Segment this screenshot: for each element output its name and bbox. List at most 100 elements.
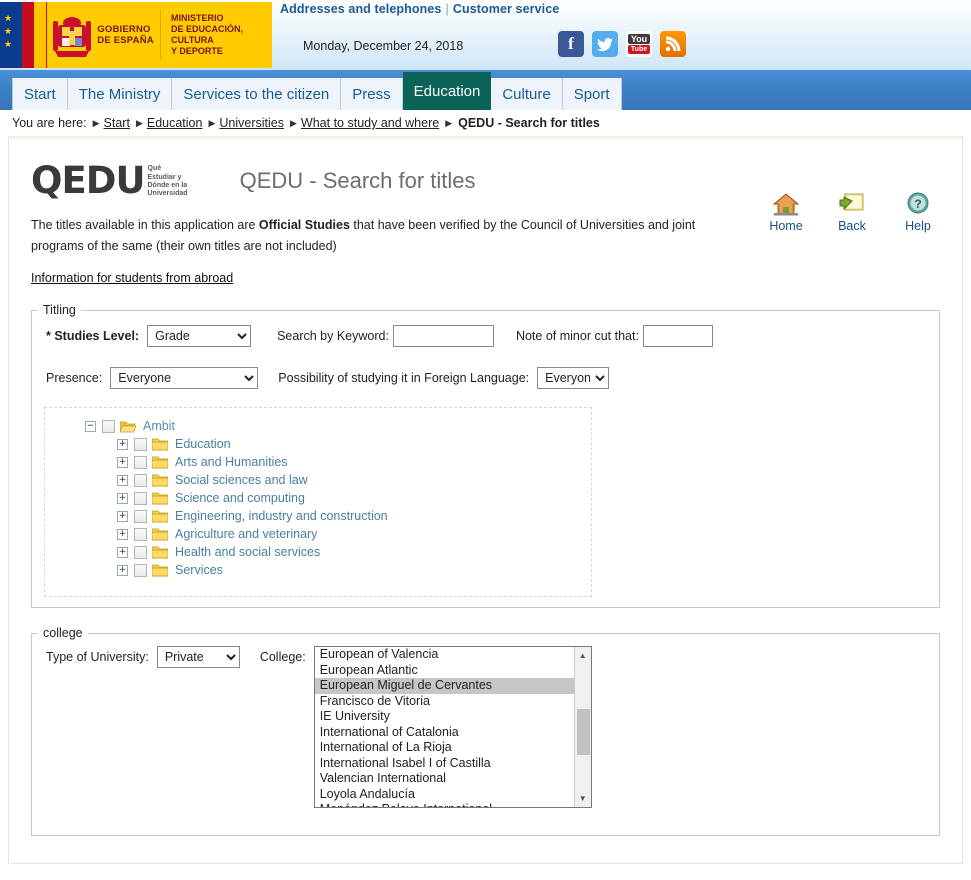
twitter-icon[interactable] bbox=[592, 31, 618, 57]
facebook-icon[interactable]: f bbox=[558, 31, 584, 57]
minor-cut-input[interactable] bbox=[642, 325, 713, 347]
qedu-logo-subtitle: Qué Estudiar y Dónde en la Universidad bbox=[148, 165, 188, 198]
youtube-top-text: You bbox=[627, 34, 651, 44]
tree-label-ambit[interactable]: Ambit bbox=[143, 419, 175, 433]
rss-icon[interactable] bbox=[660, 31, 686, 57]
scroll-down-icon[interactable]: ▼ bbox=[575, 790, 591, 807]
tree-checkbox-agriculture-and-veterinary[interactable] bbox=[134, 527, 147, 541]
college-option[interactable]: Loyola Andalucía bbox=[315, 787, 574, 803]
expand-expander-icon[interactable]: + bbox=[117, 438, 128, 450]
home-button[interactable]: Home bbox=[764, 191, 808, 233]
tree-node-services[interactable]: + Services bbox=[45, 561, 591, 579]
qedu-logo-text: QEDU bbox=[31, 159, 145, 202]
nav-tab-education[interactable]: Education bbox=[402, 72, 492, 110]
expand-expander-icon[interactable]: + bbox=[117, 510, 128, 522]
tree-checkbox-arts-and-humanities[interactable] bbox=[134, 455, 147, 469]
college-option[interactable]: IE University bbox=[315, 709, 574, 725]
expand-expander-icon[interactable]: + bbox=[117, 546, 128, 558]
college-options-list: European of Valencia European Atlantic E… bbox=[314, 647, 574, 807]
youtube-icon[interactable]: You Tube bbox=[626, 31, 652, 57]
breadcrumb: You are here: ▶ Start ▶ Education ▶ Univ… bbox=[0, 110, 971, 136]
tree-node-health-and-social-services[interactable]: + Health and social services bbox=[45, 543, 591, 561]
description-bold: Official Studies bbox=[258, 218, 350, 232]
breadcrumb-item-universities[interactable]: Universities bbox=[219, 116, 284, 130]
nav-tab-press[interactable]: Press bbox=[341, 78, 403, 110]
breadcrumb-item-start[interactable]: Start bbox=[104, 116, 130, 130]
college-section: college Type of University: Private Coll… bbox=[31, 626, 940, 836]
tree-checkbox-social-sciences-and-law[interactable] bbox=[134, 473, 147, 487]
tree-label-arts-and-humanities[interactable]: Arts and Humanities bbox=[175, 455, 288, 469]
addresses-link[interactable]: Addresses and telephones bbox=[280, 2, 441, 16]
description-part-1: The titles available in this application… bbox=[31, 218, 259, 232]
tree-label-social-sciences-and-law[interactable]: Social sciences and law bbox=[175, 473, 308, 487]
tree-label-health-and-social-services[interactable]: Health and social services bbox=[175, 545, 320, 559]
tree-label-education[interactable]: Education bbox=[175, 437, 231, 451]
youtube-bottom-text: Tube bbox=[627, 45, 651, 54]
tree-label-science-and-computing[interactable]: Science and computing bbox=[175, 491, 305, 505]
studies-level-select[interactable]: Grade bbox=[147, 325, 252, 347]
tree-label-services[interactable]: Services bbox=[175, 563, 223, 577]
college-option[interactable]: International of La Rioja bbox=[315, 740, 574, 756]
nav-tab-services-to-the-citizen[interactable]: Services to the citizen bbox=[172, 78, 342, 110]
tree-checkbox-education[interactable] bbox=[134, 437, 147, 451]
spain-eu-flag-icon: ★ ★ ★ bbox=[0, 2, 48, 68]
college-option[interactable]: International Isabel I of Castilla bbox=[315, 756, 574, 772]
college-option[interactable]: Francisco de Vitoria bbox=[315, 694, 574, 710]
folder-icon bbox=[151, 510, 169, 523]
breadcrumb-item-what-to-study-and-where[interactable]: What to study and where bbox=[301, 116, 439, 130]
current-date: Monday, December 24, 2018 bbox=[303, 39, 464, 53]
tree-node-engineering-industry-and-construction[interactable]: + Engineering, industry and construction bbox=[45, 507, 591, 525]
quick-action-buttons: Home Back ? Help bbox=[764, 191, 940, 233]
titling-legend: Titling bbox=[43, 303, 76, 317]
foreign-language-select[interactable]: Everyone bbox=[537, 367, 610, 389]
chevron-right-icon: ▶ bbox=[290, 117, 297, 128]
nav-tab-start[interactable]: Start bbox=[12, 78, 68, 110]
expand-expander-icon[interactable]: + bbox=[117, 492, 128, 504]
tree-node-arts-and-humanities[interactable]: + Arts and Humanities bbox=[45, 453, 591, 471]
expand-expander-icon[interactable]: + bbox=[117, 474, 128, 486]
back-button[interactable]: Back bbox=[830, 191, 874, 233]
college-option[interactable]: International of Catalonia bbox=[315, 725, 574, 741]
tree-label-engineering-industry-and-construction[interactable]: Engineering, industry and construction bbox=[175, 509, 388, 523]
college-option[interactable]: European of Valencia bbox=[315, 647, 574, 663]
scroll-up-icon[interactable]: ▲ bbox=[575, 647, 591, 664]
tree-checkbox-services[interactable] bbox=[134, 563, 147, 577]
keyword-input[interactable] bbox=[392, 325, 494, 347]
tree-node-agriculture-and-veterinary[interactable]: + Agriculture and veterinary bbox=[45, 525, 591, 543]
tree-node-science-and-computing[interactable]: + Science and computing bbox=[45, 489, 591, 507]
tree-label-agriculture-and-veterinary[interactable]: Agriculture and veterinary bbox=[175, 527, 317, 541]
students-abroad-link[interactable]: Information for students from abroad bbox=[31, 271, 233, 285]
gobierno-line-2: DE ESPAÑA bbox=[97, 35, 154, 46]
foreign-language-label: Possibility of studying it in Foreign La… bbox=[278, 371, 530, 385]
tree-node-ambit[interactable]: − Ambit bbox=[45, 417, 591, 435]
scrollbar-thumb[interactable] bbox=[576, 709, 590, 755]
college-option[interactable]: Valencian International bbox=[315, 771, 574, 787]
tree-node-social-sciences-and-law[interactable]: + Social sciences and law bbox=[45, 471, 591, 489]
expand-expander-icon[interactable]: + bbox=[117, 456, 128, 468]
breadcrumb-item-education[interactable]: Education bbox=[147, 116, 203, 130]
tree-node-education[interactable]: + Education bbox=[45, 435, 591, 453]
tree-checkbox-ambit[interactable] bbox=[102, 419, 115, 433]
tree-checkbox-health-and-social-services[interactable] bbox=[134, 545, 147, 559]
tree-checkbox-science-and-computing[interactable] bbox=[134, 491, 147, 505]
nav-tab-culture[interactable]: Culture bbox=[491, 78, 563, 110]
collapse-expander-icon[interactable]: − bbox=[85, 420, 96, 432]
page-content: QEDU Qué Estudiar y Dónde en la Universi… bbox=[8, 136, 963, 864]
presence-select[interactable]: Everyone bbox=[110, 367, 259, 389]
keyword-label: Search by Keyword: bbox=[277, 329, 389, 343]
page-description: The titles available in this application… bbox=[31, 215, 746, 257]
expand-expander-icon[interactable]: + bbox=[117, 528, 128, 540]
college-option[interactable]: Menéndez Pelayo International bbox=[315, 802, 574, 807]
college-listbox[interactable]: European of Valencia European Atlantic E… bbox=[313, 646, 592, 808]
type-of-university-select[interactable]: Private bbox=[156, 646, 240, 668]
nav-tab-sport[interactable]: Sport bbox=[562, 78, 622, 110]
nav-tab-the-ministry[interactable]: The Ministry bbox=[67, 78, 173, 110]
expand-expander-icon[interactable]: + bbox=[117, 564, 128, 576]
government-logo[interactable]: ★ ★ ★ GOBIERNO DE ESPAÑA MINISTERIO DE E… bbox=[0, 2, 272, 68]
college-scrollbar[interactable]: ▲ ▼ bbox=[573, 647, 591, 807]
college-option[interactable]: European Atlantic bbox=[315, 663, 574, 679]
customer-service-link[interactable]: Customer service bbox=[453, 2, 560, 16]
help-button[interactable]: ? Help bbox=[896, 191, 940, 233]
college-option-selected[interactable]: European Miguel de Cervantes bbox=[314, 678, 574, 694]
tree-checkbox-engineering-industry-and-construction[interactable] bbox=[134, 509, 147, 523]
